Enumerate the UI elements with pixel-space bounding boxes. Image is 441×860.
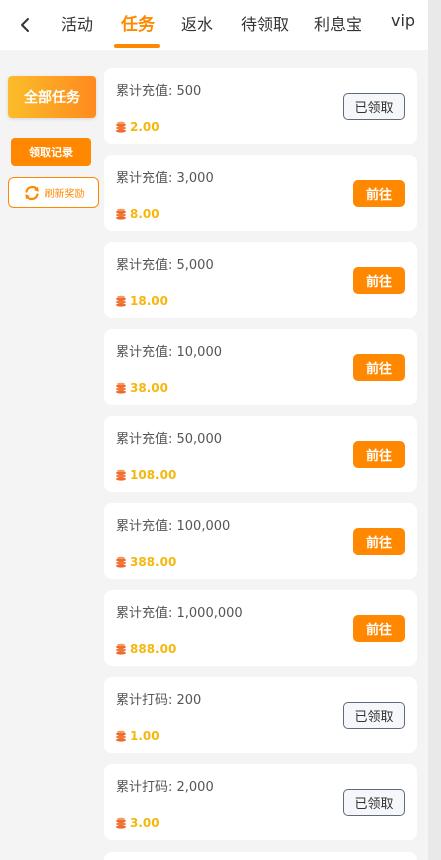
all-tasks-button[interactable]: 全部任务 — [8, 76, 96, 118]
task-title: 累计充值: 1,000,000 — [116, 606, 243, 621]
claimed-button[interactable]: 已领取 — [343, 93, 405, 120]
task-title: 累计打码: 2,000 — [116, 780, 214, 795]
task-title: 累计充值: 50,000 — [116, 432, 222, 447]
task-card: 累计充值: 50,000 108.00 前往 — [104, 416, 417, 492]
task-title: 累计充值: 10,000 — [116, 345, 222, 360]
claimed-button[interactable]: 已领取 — [343, 789, 405, 816]
task-card: 累计打码: 2,000 3.00 已领取 — [104, 764, 417, 840]
task-card-partial — [104, 852, 417, 860]
tab-rebate[interactable]: 返水 — [181, 11, 213, 35]
coin-icon — [116, 730, 126, 742]
go-button[interactable]: 前往 — [353, 354, 405, 381]
tab-vip[interactable]: vip — [391, 11, 415, 30]
task-reward-value: 1.00 — [130, 729, 160, 743]
task-reward-value: 388.00 — [130, 555, 177, 569]
coin-icon — [116, 643, 126, 655]
task-card: 累计充值: 100,000 388.00 前往 — [104, 503, 417, 579]
task-title: 累计充值: 500 — [116, 84, 202, 99]
task-card: 累计充值: 10,000 38.00 前往 — [104, 329, 417, 405]
go-button[interactable]: 前往 — [353, 267, 405, 294]
coin-icon — [116, 295, 126, 307]
coin-icon — [116, 121, 126, 133]
tab-activity[interactable]: 活动 — [61, 11, 93, 35]
claim-record-button[interactable]: 领取记录 — [11, 138, 91, 166]
task-title: 累计充值: 100,000 — [116, 519, 231, 534]
refresh-icon — [24, 185, 39, 200]
task-reward: 108.00 — [115, 468, 176, 482]
task-reward: 388.00 — [115, 555, 176, 569]
task-title: 累计打码: 200 — [116, 693, 202, 708]
task-reward: 38.00 — [115, 381, 168, 395]
go-button[interactable]: 前往 — [353, 528, 405, 555]
task-reward-value: 18.00 — [130, 294, 168, 308]
active-tab-indicator — [114, 44, 160, 48]
coin-icon — [116, 556, 126, 568]
coin-icon — [116, 469, 126, 481]
coin-icon — [116, 382, 126, 394]
task-reward-value: 2.00 — [130, 120, 160, 134]
task-reward: 888.00 — [115, 642, 176, 656]
refresh-label: 刷新奖励 — [44, 189, 85, 200]
claimed-button[interactable]: 已领取 — [343, 702, 405, 729]
task-reward-value: 888.00 — [130, 642, 177, 656]
task-reward-value: 3.00 — [130, 816, 160, 830]
tab-tasks[interactable]: 任务 — [121, 10, 155, 35]
task-card: 累计充值: 3,000 8.00 前往 — [104, 155, 417, 231]
task-title: 累计充值: 5,000 — [116, 258, 214, 273]
task-card: 累计充值: 5,000 18.00 前往 — [104, 242, 417, 318]
refresh-rewards-button[interactable]: 刷新奖励 — [8, 177, 99, 208]
task-reward-value: 8.00 — [130, 207, 160, 221]
tab-interest[interactable]: 利息宝 — [314, 11, 362, 35]
chevron-left-icon — [21, 18, 29, 32]
task-reward: 8.00 — [115, 207, 160, 221]
task-reward: 3.00 — [115, 816, 160, 830]
coin-icon — [116, 817, 126, 829]
task-card: 累计充值: 500 2.00 已领取 — [104, 68, 417, 144]
task-reward: 18.00 — [115, 294, 168, 308]
task-reward-value: 38.00 — [130, 381, 168, 395]
sidebar: 全部任务 领取记录 刷新奖励 — [0, 50, 104, 860]
task-title: 累计充值: 3,000 — [116, 171, 214, 186]
task-reward: 1.00 — [115, 729, 160, 743]
top-nav: 活动 任务 返水 待领取 利息宝 vip — [0, 0, 428, 50]
task-reward-value: 108.00 — [130, 468, 177, 482]
coin-icon — [116, 208, 126, 220]
go-button[interactable]: 前往 — [353, 180, 405, 207]
go-button[interactable]: 前往 — [353, 441, 405, 468]
task-card: 累计充值: 1,000,000 888.00 前往 — [104, 590, 417, 666]
task-reward: 2.00 — [115, 120, 160, 134]
tab-pending[interactable]: 待领取 — [241, 11, 289, 35]
task-card: 累计打码: 200 1.00 已领取 — [104, 677, 417, 753]
back-button[interactable] — [14, 12, 36, 38]
go-button[interactable]: 前往 — [353, 615, 405, 642]
page-scrollbar[interactable] — [428, 0, 441, 860]
